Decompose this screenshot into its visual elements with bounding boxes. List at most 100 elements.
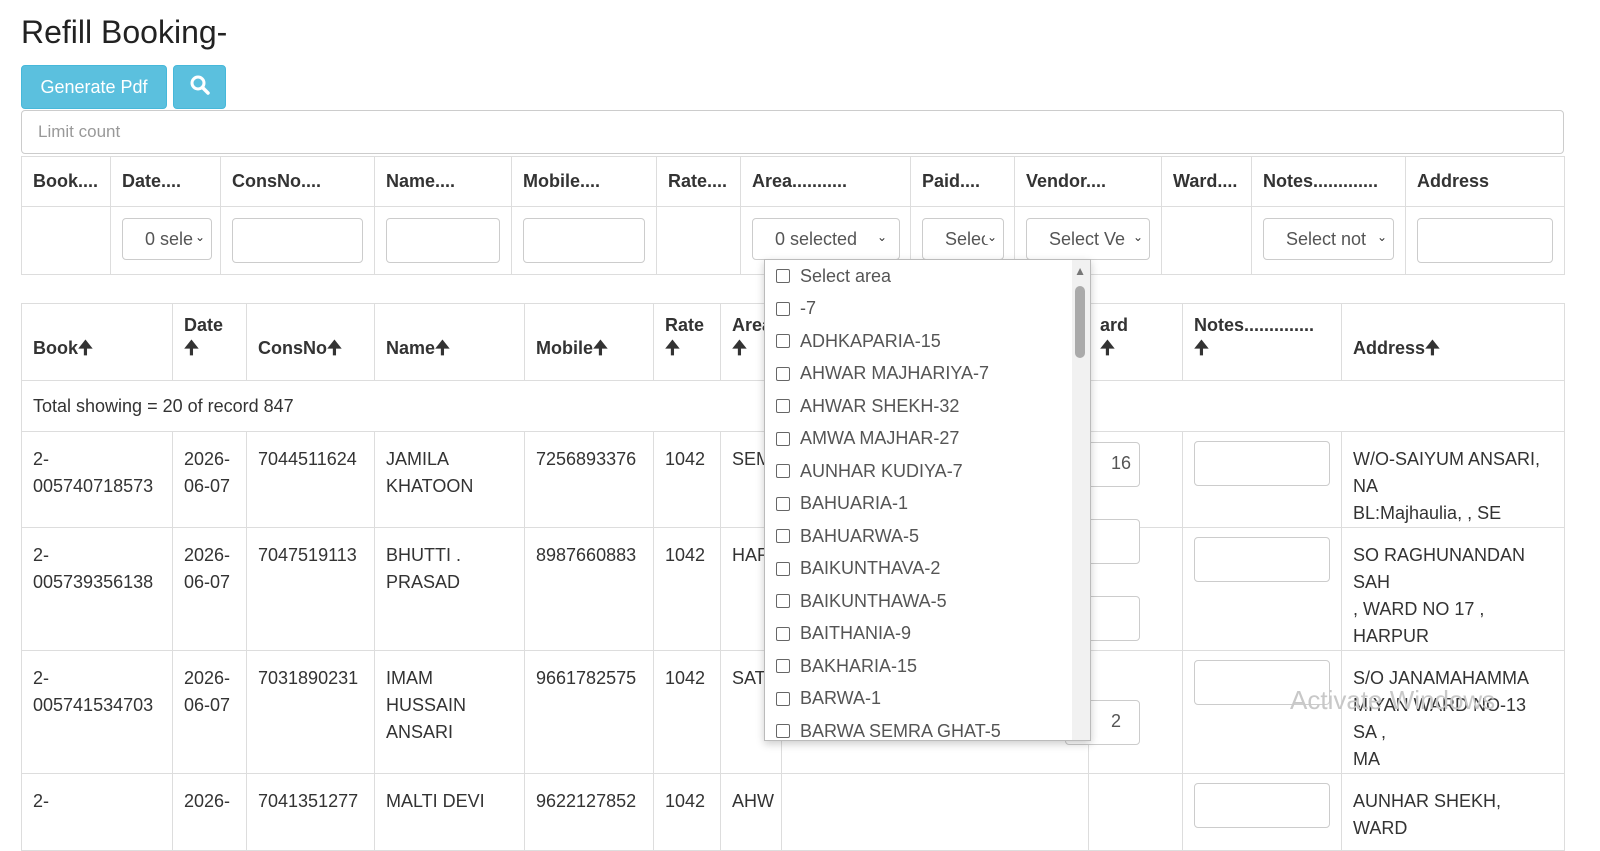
column-header-ward[interactable]: ard 🠉 bbox=[1088, 303, 1183, 381]
cell-address: W/O-SAIYUM ANSARI, NA BL:Majhaulia, , SE bbox=[1341, 431, 1565, 528]
notes-input[interactable] bbox=[1194, 537, 1330, 582]
area-option-label: BAITHANIA-9 bbox=[800, 623, 912, 644]
cell-name: JAMILA KHATOON bbox=[374, 431, 525, 528]
date-filter-select[interactable]: 0 sele ⌄ bbox=[122, 218, 212, 260]
filter-header-mobile: Mobile.... bbox=[511, 156, 657, 207]
column-header-address[interactable]: Address🠉 bbox=[1341, 303, 1565, 381]
cell-mobile: 7256893376 bbox=[524, 431, 654, 528]
vendor-filter-select[interactable]: Select Ve ⌄ bbox=[1026, 218, 1150, 260]
area-dropdown[interactable]: Select area -7 ADHKAPARIA-15 AHWAR MAJHARIY… bbox=[764, 259, 1091, 741]
column-header-name[interactable]: Name🠉 bbox=[374, 303, 525, 381]
checkbox[interactable] bbox=[776, 561, 790, 576]
search-icon bbox=[190, 75, 210, 100]
filter-cell-book bbox=[21, 206, 111, 275]
area-option[interactable]: AHWAR SHEKH-32 bbox=[765, 390, 1090, 423]
cell-book: 2- 005741534703 bbox=[21, 650, 173, 774]
cell-area: AHW bbox=[720, 773, 782, 851]
notes-input[interactable] bbox=[1194, 783, 1330, 828]
checkbox[interactable] bbox=[776, 269, 790, 284]
filter-header-book: Book.... bbox=[21, 156, 111, 207]
column-header-rate[interactable]: Rate 🠉 bbox=[653, 303, 721, 381]
area-option[interactable]: AHWAR MAJHARIYA-7 bbox=[765, 358, 1090, 391]
area-option-label: BARWA-1 bbox=[800, 688, 882, 709]
checkbox[interactable] bbox=[776, 366, 790, 381]
area-option-label: BAHUARIA-1 bbox=[800, 493, 909, 514]
area-option-label: Select area bbox=[800, 265, 892, 286]
checkbox[interactable] bbox=[776, 301, 790, 316]
area-option[interactable]: BAITHANIA-9 bbox=[765, 618, 1090, 651]
checkbox[interactable] bbox=[776, 529, 790, 544]
filter-header-vendor: Vendor.... bbox=[1014, 156, 1162, 207]
column-header-notes[interactable]: Notes.............. 🠉 bbox=[1182, 303, 1342, 381]
filter-header-area: Area........... bbox=[740, 156, 911, 207]
sort-arrow-icon: 🠉 bbox=[665, 338, 680, 358]
checkbox[interactable] bbox=[776, 464, 790, 479]
checkbox[interactable] bbox=[776, 334, 790, 349]
area-option[interactable]: BAHUARIA-1 bbox=[765, 488, 1090, 521]
cell-rate: 1042 bbox=[653, 527, 721, 651]
cell-rate: 1042 bbox=[653, 431, 721, 528]
address-filter-input[interactable] bbox=[1417, 218, 1553, 263]
cell-consno: 7047519113 bbox=[246, 527, 375, 651]
area-option[interactable]: BAIKUNTHAWA-5 bbox=[765, 585, 1090, 618]
area-option[interactable]: BAIKUNTHAVA-2 bbox=[765, 553, 1090, 586]
checkbox[interactable] bbox=[776, 724, 790, 739]
scrollbar-thumb[interactable] bbox=[1075, 286, 1085, 358]
scroll-up-icon[interactable]: ▲ bbox=[1074, 264, 1086, 278]
name-filter-input[interactable] bbox=[386, 218, 500, 263]
column-header-book[interactable]: Book🠉 bbox=[21, 303, 173, 381]
area-option[interactable]: Select area bbox=[765, 260, 1090, 293]
cell-notes bbox=[1182, 431, 1342, 528]
area-option[interactable]: ADHKAPARIA-15 bbox=[765, 325, 1090, 358]
area-option-label: AHWAR SHEKH-32 bbox=[800, 395, 960, 416]
table-row: 2- 2026- 7041351277 MALTI DEVI 962212785… bbox=[21, 773, 1565, 851]
area-option[interactable]: BAKHARIA-15 bbox=[765, 650, 1090, 683]
cell-date: 2026- 06-07 bbox=[172, 650, 247, 774]
search-button[interactable] bbox=[173, 65, 226, 109]
area-option[interactable]: BARWA SEMRA GHAT-5 bbox=[765, 715, 1090, 740]
area-filter-select[interactable]: 0 selected ⌄ bbox=[752, 218, 900, 260]
sort-arrow-icon: 🠉 bbox=[732, 338, 747, 358]
notes-filter-value: Select not bbox=[1286, 228, 1367, 249]
date-filter-value: 0 sele bbox=[145, 228, 194, 249]
paid-filter-select[interactable]: Selec ⌄ bbox=[922, 218, 1004, 260]
cell-book: 2- bbox=[21, 773, 173, 851]
cell-consno: 7031890231 bbox=[246, 650, 375, 774]
checkbox[interactable] bbox=[776, 431, 790, 446]
cell-address: AUNHAR SHEKH, WARD bbox=[1341, 773, 1565, 851]
consno-filter-input[interactable] bbox=[232, 218, 363, 263]
area-option[interactable]: AMWA MAJHAR-27 bbox=[765, 423, 1090, 456]
checkbox[interactable] bbox=[776, 594, 790, 609]
column-header-date[interactable]: Date 🠉 bbox=[172, 303, 247, 381]
sort-arrow-icon: 🠉 bbox=[78, 338, 93, 358]
area-option[interactable]: -7 bbox=[765, 293, 1090, 326]
checkbox[interactable] bbox=[776, 496, 790, 511]
column-header-consno[interactable]: ConsNo🠉 bbox=[246, 303, 375, 381]
area-option[interactable]: BAHUARWA-5 bbox=[765, 520, 1090, 553]
column-header-mobile[interactable]: Mobile🠉 bbox=[524, 303, 654, 381]
mobile-filter-input[interactable] bbox=[523, 218, 645, 263]
sort-arrow-icon: 🠉 bbox=[184, 338, 199, 358]
area-option[interactable]: AUNHAR KUDIYA-7 bbox=[765, 455, 1090, 488]
activate-windows-watermark: Activate Windows bbox=[1290, 685, 1496, 715]
cell-date: 2026- 06-07 bbox=[172, 527, 247, 651]
cell-notes bbox=[1182, 527, 1342, 651]
dropdown-scrollbar[interactable]: ▲ bbox=[1072, 260, 1090, 740]
filter-cell-name bbox=[374, 206, 512, 275]
area-option-label: ADHKAPARIA-15 bbox=[800, 330, 941, 351]
checkbox[interactable] bbox=[776, 691, 790, 706]
checkbox[interactable] bbox=[776, 399, 790, 414]
notes-filter-select[interactable]: Select not ⌄ bbox=[1263, 218, 1394, 260]
notes-input[interactable] bbox=[1194, 441, 1330, 486]
limit-count-input[interactable] bbox=[21, 110, 1564, 154]
sort-arrow-icon: 🠉 bbox=[1425, 338, 1440, 358]
area-option-label: -7 bbox=[800, 298, 817, 319]
cell-notes bbox=[1182, 773, 1342, 851]
checkbox[interactable] bbox=[776, 626, 790, 641]
sort-arrow-icon: 🠉 bbox=[327, 338, 342, 358]
checkbox[interactable] bbox=[776, 659, 790, 674]
area-option[interactable]: BARWA-1 bbox=[765, 683, 1090, 716]
cell-consno: 7044511624 bbox=[246, 431, 375, 528]
cell-rate: 1042 bbox=[653, 773, 721, 851]
generate-pdf-button[interactable]: Generate Pdf bbox=[21, 65, 167, 109]
